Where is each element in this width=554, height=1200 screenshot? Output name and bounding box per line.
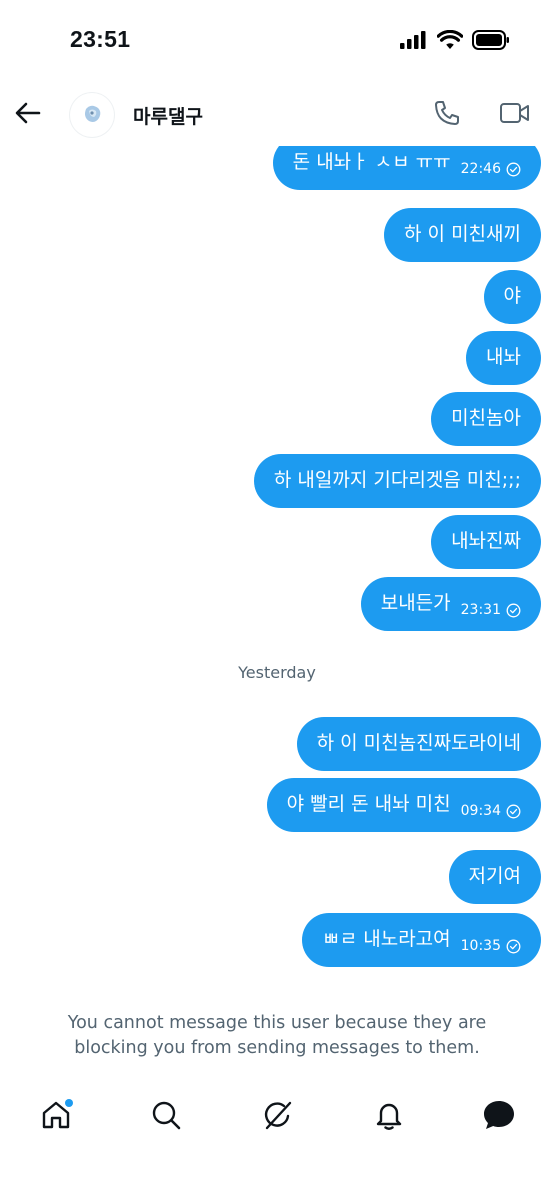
conversation-header: 마루댈구 bbox=[0, 80, 554, 146]
nav-home[interactable] bbox=[36, 1097, 76, 1137]
avatar-image bbox=[85, 105, 101, 122]
read-check-icon bbox=[506, 162, 521, 177]
notification-dot bbox=[65, 1099, 73, 1107]
message-bubble[interactable]: 미친놈아 bbox=[431, 392, 541, 446]
message-time: 22:46 bbox=[460, 161, 501, 177]
wifi-icon bbox=[436, 29, 464, 54]
call-button[interactable] bbox=[430, 98, 464, 132]
message-text: 보내든가 bbox=[380, 591, 451, 614]
message-bubble[interactable]: 하 이 미친놈진짜도라이네 bbox=[296, 717, 541, 771]
message-text: ㅃㄹ 내노라고여 bbox=[322, 927, 451, 950]
message-meta: 23:31 bbox=[461, 602, 521, 618]
message-text: 야 bbox=[503, 284, 521, 307]
date-divider: Yesterday bbox=[238, 663, 316, 682]
message-text: 저기여 bbox=[468, 864, 521, 887]
message-text: 하 내일까지 기다리겟음 미친;;; bbox=[273, 468, 521, 491]
message-bubble[interactable]: 내놔진짜 bbox=[431, 515, 541, 569]
read-check-icon bbox=[506, 804, 521, 819]
status-bar: 23:51 bbox=[0, 0, 554, 80]
message-text: 하 이 미친새끼 bbox=[404, 222, 521, 245]
message-time: 09:34 bbox=[460, 803, 501, 819]
nav-search[interactable] bbox=[146, 1097, 186, 1137]
message-bubble[interactable]: 내놔 bbox=[466, 331, 541, 385]
message-bubble[interactable]: 야 bbox=[483, 270, 541, 324]
read-check-icon bbox=[506, 603, 521, 618]
message-list[interactable]: 돈 내놔ㅏ ㅅㅂ ㅠㅠ 22:46 하 이 미친새끼 야 내놔 미친놈아 하 내… bbox=[0, 146, 554, 986]
message-icon bbox=[482, 1099, 516, 1135]
message-bubble[interactable]: 야 빨리 돈 내놔 미친 09:34 bbox=[266, 778, 541, 832]
message-meta: 22:46 bbox=[461, 161, 521, 177]
grok-icon bbox=[262, 1099, 294, 1135]
phone-icon bbox=[433, 99, 461, 131]
message-meta: 10:35 bbox=[461, 938, 521, 954]
status-icons bbox=[400, 29, 510, 54]
battery-icon bbox=[472, 30, 510, 54]
message-bubble[interactable]: 하 이 미친새끼 bbox=[384, 208, 541, 262]
read-check-icon bbox=[506, 939, 521, 954]
message-text: 내놔 bbox=[486, 345, 521, 368]
video-camera-icon bbox=[499, 101, 531, 129]
video-call-button[interactable] bbox=[497, 98, 533, 132]
search-icon bbox=[150, 1099, 182, 1135]
contact-name[interactable]: 마루댈구 bbox=[133, 102, 203, 129]
bell-icon bbox=[373, 1099, 405, 1135]
message-text: 미친놈아 bbox=[451, 406, 521, 429]
message-bubble[interactable]: 하 내일까지 기다리겟음 미친;;; bbox=[253, 454, 541, 508]
arrow-left-icon bbox=[15, 102, 41, 128]
message-meta: 09:34 bbox=[461, 803, 521, 819]
message-text: 돈 내놔ㅏ ㅅㅂ ㅠㅠ bbox=[292, 150, 451, 173]
message-text: 야 빨리 돈 내놔 미친 bbox=[286, 792, 451, 815]
message-time: 10:35 bbox=[460, 938, 501, 954]
blocked-notice: You cannot message this user because the… bbox=[67, 1013, 487, 1058]
message-bubble[interactable]: ㅃㄹ 내노라고여 10:35 bbox=[302, 913, 541, 967]
back-button[interactable] bbox=[10, 97, 46, 133]
signal-icon bbox=[400, 31, 428, 53]
message-text: 내놔진짜 bbox=[451, 529, 521, 552]
nav-grok[interactable] bbox=[258, 1097, 298, 1137]
avatar[interactable] bbox=[70, 93, 114, 137]
message-bubble[interactable]: 돈 내놔ㅏ ㅅㅂ ㅠㅠ 22:46 bbox=[272, 146, 541, 190]
status-time: 23:51 bbox=[70, 26, 131, 52]
message-time: 23:31 bbox=[460, 602, 501, 618]
message-bubble[interactable]: 저기여 bbox=[448, 850, 541, 904]
nav-notifications[interactable] bbox=[369, 1097, 409, 1137]
message-bubble[interactable]: 보내든가 23:31 bbox=[360, 577, 541, 631]
nav-messages[interactable] bbox=[479, 1097, 519, 1137]
bottom-nav bbox=[0, 1085, 554, 1149]
message-text: 하 이 미친놈진짜도라이네 bbox=[316, 731, 521, 754]
